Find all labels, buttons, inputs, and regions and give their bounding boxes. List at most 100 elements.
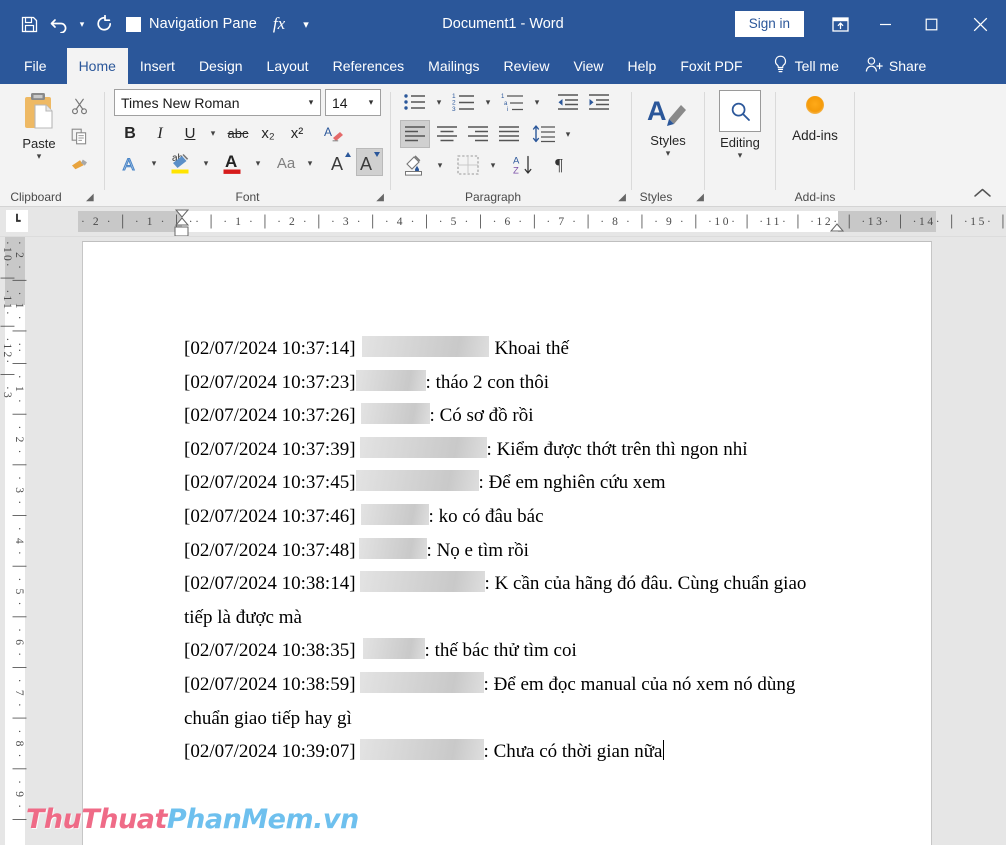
document-line[interactable]: [02/07/2024 10:37:39]: Kiểm được thớt tr… [184,433,884,467]
tell-me-button[interactable]: Tell me [773,48,839,84]
format-painter-button[interactable] [64,150,94,178]
document-line[interactable]: [02/07/2024 10:37:26]: Có sơ đồ rồi [184,399,884,433]
tab-help[interactable]: Help [616,48,669,84]
document-line[interactable]: chuẩn giao tiếp hay gì [184,702,884,736]
tab-references[interactable]: References [321,48,417,84]
undo-icon[interactable] [44,7,74,41]
document-line[interactable]: [02/07/2024 10:37:23]: tháo 2 con thôi [184,366,884,400]
editing-caret-icon[interactable]: ▾ [705,150,775,161]
ruler-strip[interactable]: · 2 · │ · 1 · │ ·· │ · 1 · │ · 2 · │ · 3… [78,211,936,232]
text-highlight-color-button[interactable]: ab [166,148,196,178]
line-spacing-button[interactable] [530,120,558,148]
paste-button[interactable]: Paste ▾ [8,90,70,162]
line-spacing-caret-icon[interactable]: ▾ [560,120,576,148]
formula-icon[interactable]: fx [263,14,295,34]
subscript-button[interactable]: x₂ [255,121,281,146]
tab-review[interactable]: Review [492,48,562,84]
close-button[interactable] [954,0,1006,48]
addins-button[interactable]: Add-ins [776,96,854,143]
multilevel-list-button[interactable]: 1ai [499,89,527,115]
decrease-indent-button[interactable] [554,89,582,115]
grow-font-button[interactable]: A [327,148,354,176]
document-line[interactable]: [02/07/2024 10:39:07]: Chưa có thời gian… [184,735,884,769]
styles-caret-icon[interactable]: ▾ [632,148,704,159]
strikethrough-button[interactable]: abc [224,121,252,146]
tab-insert[interactable]: Insert [128,48,187,84]
tab-home[interactable]: Home [67,48,128,84]
tab-stop-selector[interactable]: ┗ [6,210,28,232]
justify-button[interactable] [494,120,524,148]
undo-dropdown-caret-icon[interactable]: ▾ [74,19,90,30]
document-line[interactable]: [02/07/2024 10:37:45]: Để em nghiên cứu … [184,466,884,500]
tab-design[interactable]: Design [187,48,255,84]
sort-button[interactable]: AZ [509,151,539,179]
multilevel-list-caret-icon[interactable]: ▾ [529,89,545,115]
collapse-ribbon-button[interactable] [973,187,992,202]
superscript-button[interactable]: x² [284,121,310,146]
show-formatting-marks-button[interactable]: ¶ [545,151,573,179]
align-right-button[interactable] [463,120,493,148]
paste-dropdown-caret-icon[interactable]: ▾ [8,151,70,162]
borders-caret-icon[interactable]: ▾ [485,151,501,179]
document-line[interactable]: [02/07/2024 10:38:59]: Để em đọc manual … [184,668,884,702]
document-line[interactable]: [02/07/2024 10:37:14]Khoai thế [184,332,884,366]
text-effects-caret-icon[interactable]: ▾ [146,150,162,177]
clear-formatting-button[interactable]: A [320,121,348,146]
minimize-button[interactable] [862,0,908,48]
shrink-font-button[interactable]: A [356,148,383,176]
highlight-color-caret-icon[interactable]: ▾ [198,150,214,177]
ribbon-display-options-icon[interactable] [818,0,862,48]
document-line[interactable]: tiếp là được mà [184,601,884,635]
document-line[interactable]: [02/07/2024 10:37:46]: ko có đâu bác [184,500,884,534]
text-effects-button[interactable]: A [117,150,145,177]
increase-indent-button[interactable] [585,89,613,115]
shading-button[interactable] [400,151,430,179]
font-color-caret-icon[interactable]: ▾ [250,150,266,177]
sign-in-button[interactable]: Sign in [735,11,804,37]
customize-quick-access-toolbar-caret-icon[interactable]: ▾ [295,18,316,31]
align-left-button[interactable] [400,120,430,148]
left-indent-marker[interactable] [174,226,190,237]
horizontal-ruler[interactable]: ┗ · 2 · │ · 1 · │ ·· │ · 1 · │ · 2 · │ ·… [0,207,1006,237]
font-size-caret-icon[interactable]: ▾ [362,97,380,108]
shading-caret-icon[interactable]: ▾ [432,151,448,179]
change-case-button[interactable]: Aa [271,150,301,177]
underline-button[interactable]: U [177,121,203,146]
document-page[interactable]: [02/07/2024 10:37:14]Khoai thế [02/07/20… [82,241,932,845]
tab-mailings[interactable]: Mailings [416,48,491,84]
document-line[interactable]: [02/07/2024 10:38:14]: K cần của hãng đó… [184,567,884,601]
document-line[interactable]: [02/07/2024 10:38:35]: thế bác thử tìm c… [184,634,884,668]
editing-button[interactable]: Editing ▾ [705,90,775,161]
font-family-caret-icon[interactable]: ▾ [302,97,320,108]
change-case-caret-icon[interactable]: ▾ [302,150,318,177]
font-family-combobox[interactable]: Times New Roman ▾ [114,89,321,116]
bullet-list-button[interactable] [401,89,429,115]
styles-dialog-launcher-icon[interactable]: ◢ [696,192,704,203]
clipboard-dialog-launcher-icon[interactable]: ◢ [86,192,94,203]
tab-layout[interactable]: Layout [255,48,321,84]
tab-view[interactable]: View [561,48,615,84]
document-text-body[interactable]: [02/07/2024 10:37:14]Khoai thế [02/07/20… [184,332,884,769]
align-center-button[interactable] [432,120,462,148]
bullets-caret-icon[interactable]: ▾ [431,89,447,115]
underline-dropdown-caret-icon[interactable]: ▾ [205,121,221,146]
share-button[interactable]: Share [865,48,926,84]
vertical-ruler[interactable]: · 2 · │ · 1 · │ ·· │ · 1 · │ · 2 · │ · 3… [0,237,30,845]
font-color-button[interactable]: A [218,148,248,178]
tab-file[interactable]: File [0,48,67,84]
bold-button[interactable]: B [117,121,143,146]
borders-button[interactable] [453,151,483,179]
document-canvas[interactable]: [02/07/2024 10:37:14]Khoai thế [02/07/20… [30,237,1006,845]
cut-button[interactable] [64,92,94,120]
tab-foxit-pdf[interactable]: Foxit PDF [668,48,754,84]
italic-button[interactable]: I [147,121,173,146]
copy-button[interactable] [64,122,94,150]
right-indent-marker[interactable] [830,223,844,235]
redo-icon[interactable] [90,7,120,41]
restore-button[interactable] [908,0,954,48]
save-icon[interactable] [14,7,44,41]
styles-button[interactable]: A Styles ▾ [632,92,704,159]
navigation-pane-qat-button[interactable]: Navigation Pane [120,7,263,41]
font-size-combobox[interactable]: 14 ▾ [325,89,381,116]
numbered-list-button[interactable]: 123 [450,89,478,115]
